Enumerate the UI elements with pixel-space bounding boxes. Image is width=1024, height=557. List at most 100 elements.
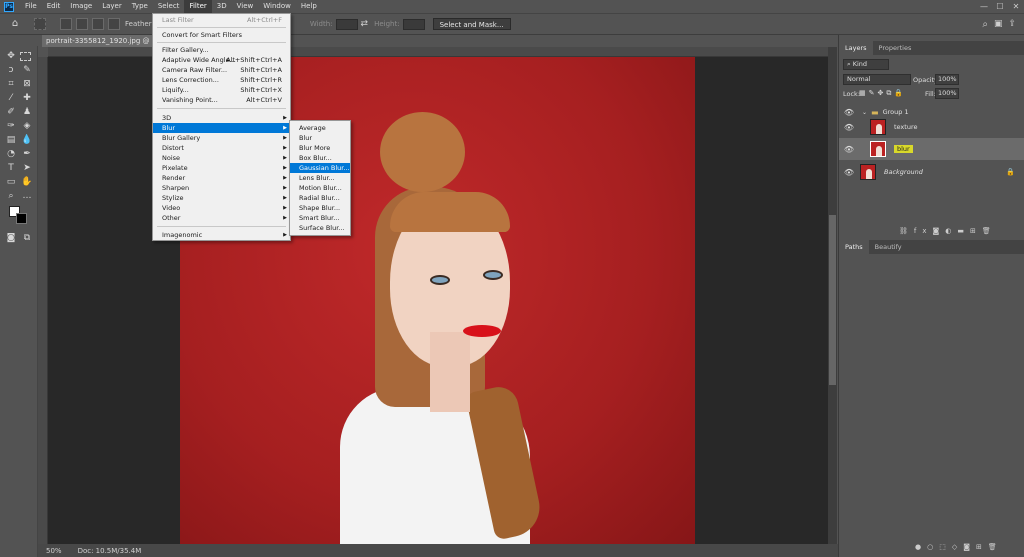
- search-icon[interactable]: ⌕: [982, 19, 988, 30]
- layer-row-texture[interactable]: 👁 texture: [839, 115, 1024, 139]
- layer-name-editing[interactable]: blur: [894, 145, 913, 153]
- tab-layers[interactable]: Layers: [839, 41, 873, 55]
- hand-tool-icon[interactable]: ✋: [20, 176, 34, 188]
- mask-icon[interactable]: ◙: [933, 227, 946, 235]
- fill-path-icon[interactable]: ●: [915, 543, 927, 551]
- quick-mask-icon[interactable]: ◙: [4, 232, 18, 244]
- menu-item-vanishing-point[interactable]: Vanishing Point... Alt+Ctrl+V: [153, 95, 290, 105]
- stamp-tool-icon[interactable]: ♟: [20, 106, 34, 118]
- submenu-item-box-blur[interactable]: Box Blur...: [290, 153, 350, 163]
- tab-properties[interactable]: Properties: [873, 41, 918, 55]
- blur-tool-icon[interactable]: 💧: [20, 134, 34, 146]
- brush-tool-icon[interactable]: ✐: [4, 106, 18, 118]
- close-button[interactable]: ✕: [1008, 2, 1024, 11]
- submenu-item-shape-blur[interactable]: Shape Blur...: [290, 203, 350, 213]
- submenu-item-blur-more[interactable]: Blur More: [290, 143, 350, 153]
- menu-item-video[interactable]: Video ▶: [153, 203, 290, 213]
- submenu-item-radial-blur[interactable]: Radial Blur...: [290, 193, 350, 203]
- subtract-selection-icon[interactable]: [92, 18, 104, 30]
- menu-item-blur-gallery[interactable]: Blur Gallery ▶: [153, 133, 290, 143]
- background-color-swatch[interactable]: [16, 213, 27, 224]
- new-group-icon[interactable]: ▬: [957, 227, 970, 235]
- trash-icon[interactable]: 🗑: [982, 227, 997, 235]
- stroke-path-icon[interactable]: ○: [927, 543, 939, 551]
- tab-paths[interactable]: Paths: [839, 240, 869, 254]
- fx-icon[interactable]: fx: [914, 227, 933, 235]
- marquee-tool-icon[interactable]: [20, 52, 31, 61]
- delete-path-icon[interactable]: 🗑: [988, 543, 1003, 551]
- more-tools-icon[interactable]: …: [20, 190, 34, 202]
- menu-item-convert-smart[interactable]: Convert for Smart Filters: [153, 30, 290, 40]
- menu-image[interactable]: Image: [65, 0, 97, 13]
- marquee-preset-icon[interactable]: [34, 18, 46, 30]
- menu-item-render[interactable]: Render ▶: [153, 173, 290, 183]
- opacity-field[interactable]: 100%: [935, 74, 959, 85]
- visibility-eye-icon[interactable]: 👁: [842, 168, 856, 177]
- zoom-tool-icon[interactable]: ⌕: [4, 190, 18, 202]
- visibility-eye-icon[interactable]: 👁: [842, 123, 856, 132]
- menu-item-noise[interactable]: Noise ▶: [153, 153, 290, 163]
- menu-item-3d[interactable]: 3D ▶: [153, 113, 290, 123]
- spot-heal-tool-icon[interactable]: ✚: [20, 92, 34, 104]
- menu-item-imagenomic[interactable]: Imagenomic ▶: [153, 230, 290, 240]
- menu-filter[interactable]: Filter: [184, 0, 212, 13]
- maximize-button[interactable]: ☐: [992, 2, 1008, 11]
- menu-type[interactable]: Type: [127, 0, 153, 13]
- make-path-icon[interactable]: ◇: [952, 543, 963, 551]
- intersect-selection-icon[interactable]: [108, 18, 120, 30]
- workspace-icon[interactable]: ▣: [994, 19, 1003, 29]
- move-tool-icon[interactable]: ✥: [4, 50, 18, 62]
- menu-select[interactable]: Select: [153, 0, 185, 13]
- menu-window[interactable]: Window: [258, 0, 296, 13]
- vertical-scroll-thumb[interactable]: [829, 215, 836, 385]
- layer-row-blur[interactable]: 👁 blur: [839, 138, 1024, 160]
- swap-icon[interactable]: ⇄: [361, 19, 369, 29]
- dodge-tool-icon[interactable]: ◔: [4, 148, 18, 160]
- lock-options-icon[interactable]: ▦✎✥⧉🔒: [859, 89, 906, 98]
- link-icon[interactable]: ⛓: [899, 227, 914, 235]
- load-selection-icon[interactable]: ⬚: [939, 543, 952, 551]
- menu-item-liquify[interactable]: Liquify... Shift+Ctrl+X: [153, 85, 290, 95]
- gradient-tool-icon[interactable]: ▤: [4, 134, 18, 146]
- menu-item-adaptive-wide-angle[interactable]: Adaptive Wide Angle... Alt+Shift+Ctrl+A: [153, 55, 290, 65]
- history-brush-tool-icon[interactable]: ✑: [4, 120, 18, 132]
- visibility-eye-icon[interactable]: 👁: [842, 145, 856, 154]
- width-field[interactable]: [335, 18, 358, 30]
- menu-3d[interactable]: 3D: [212, 0, 232, 13]
- fill-field[interactable]: 100%: [935, 88, 959, 99]
- frame-tool-icon[interactable]: ⊠: [20, 78, 34, 90]
- submenu-item-blur[interactable]: Blur: [290, 133, 350, 143]
- submenu-item-motion-blur[interactable]: Motion Blur...: [290, 183, 350, 193]
- photoshop-logo-icon[interactable]: Ps: [4, 1, 14, 12]
- menu-item-other[interactable]: Other ▶: [153, 213, 290, 223]
- share-icon[interactable]: ⇪: [1008, 19, 1016, 29]
- blend-mode-select[interactable]: Normal: [843, 74, 911, 85]
- add-selection-icon[interactable]: [76, 18, 88, 30]
- quick-select-tool-icon[interactable]: ✎: [20, 64, 34, 76]
- submenu-item-gaussian-blur[interactable]: Gaussian Blur...: [290, 163, 350, 173]
- menu-view[interactable]: View: [232, 0, 259, 13]
- adjustment-icon[interactable]: ◐: [945, 227, 957, 235]
- menu-item-sharpen[interactable]: Sharpen ▶: [153, 183, 290, 193]
- zoom-level[interactable]: 50%: [46, 547, 62, 555]
- menu-item-lens-correction[interactable]: Lens Correction... Shift+Ctrl+R: [153, 75, 290, 85]
- menu-item-blur[interactable]: Blur ▶: [153, 123, 290, 133]
- screen-mode-icon[interactable]: ⧉: [20, 232, 34, 244]
- type-tool-icon[interactable]: T: [4, 162, 18, 174]
- add-mask-icon[interactable]: ◙: [963, 543, 976, 551]
- layer-name[interactable]: Background: [884, 168, 923, 176]
- minimize-button[interactable]: —: [976, 2, 992, 11]
- menu-item-distort[interactable]: Distort ▶: [153, 143, 290, 153]
- tab-beautify[interactable]: Beautify: [869, 240, 908, 254]
- home-icon[interactable]: ⌂: [8, 18, 22, 30]
- menu-file[interactable]: File: [20, 0, 42, 13]
- menu-item-stylize[interactable]: Stylize ▶: [153, 193, 290, 203]
- menu-item-pixelate[interactable]: Pixelate ▶: [153, 163, 290, 173]
- pen-tool-icon[interactable]: ✒: [20, 148, 34, 160]
- menu-layer[interactable]: Layer: [97, 0, 127, 13]
- layer-filter-kind[interactable]: ⌕ Kind: [843, 59, 889, 70]
- crop-tool-icon[interactable]: ⌗: [4, 78, 18, 90]
- submenu-item-lens-blur[interactable]: Lens Blur...: [290, 173, 350, 183]
- eraser-tool-icon[interactable]: ◈: [20, 120, 34, 132]
- submenu-item-average[interactable]: Average: [290, 123, 350, 133]
